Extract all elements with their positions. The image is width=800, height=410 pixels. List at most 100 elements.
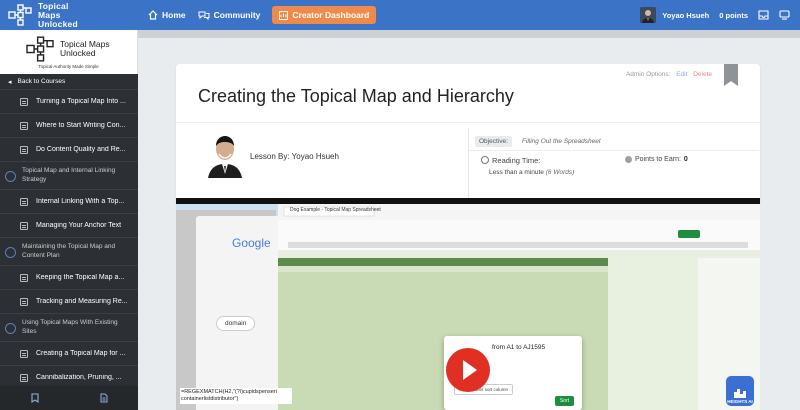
heights-ai-widget[interactable]: HEIGHTS AI: [726, 376, 754, 406]
points-label: Points to Earn:: [635, 156, 681, 163]
course-sidebar: Topical Maps Unlocked Topical Authority …: [0, 30, 138, 410]
admin-options: Admin Options: Edit Delete: [626, 71, 712, 78]
sidebar-lesson-item[interactable]: Keeping the Topical Map a...: [0, 266, 138, 290]
sidebar-topic-label: Maintaining the Topical Map and Content …: [22, 243, 116, 259]
chevron-left-icon: ◂: [8, 78, 12, 86]
building-icon: [734, 389, 746, 398]
back-to-courses-label: Back to Courses: [17, 78, 66, 85]
objective-value: Filling Out the Spreadsheet: [521, 138, 601, 145]
edit-link[interactable]: Edit: [676, 71, 687, 78]
dashboard-icon: [279, 10, 289, 20]
video-formula-text: =REGEXMATCH(H2,"(?i)cupidspenseri contai…: [180, 388, 292, 404]
points-value: 0: [683, 156, 688, 163]
sidebar-lesson-item[interactable]: Do Content Quality and Re...: [0, 138, 138, 162]
sidebar-topic-item[interactable]: Topical Map and Internal Linking Strateg…: [0, 162, 138, 190]
community-icon: [198, 11, 210, 20]
network-logo-icon: [8, 4, 32, 26]
video-play-button[interactable]: [446, 348, 490, 392]
lesson-icon: [20, 145, 28, 154]
lesson-icon: [20, 297, 28, 306]
user-menu[interactable]: Yoyao Hsueh: [640, 7, 709, 23]
nav-home[interactable]: Home: [148, 10, 186, 20]
lesson-icon: [20, 349, 28, 358]
course-brand-tagline: Topical Authority Made Simple: [38, 63, 99, 69]
lesson-icon: [20, 373, 28, 382]
video-sort-button: Sort: [554, 396, 574, 406]
divider: [176, 122, 760, 123]
home-icon: [148, 10, 158, 20]
avatar: [640, 7, 657, 23]
lesson-icon: [20, 273, 28, 282]
sidebar-lesson-label: Internal Linking With a Top...: [36, 198, 125, 205]
author-photo: [204, 132, 246, 178]
points-icon: [625, 156, 632, 163]
objective: Objective: Filling Out the Spreadsheet: [475, 136, 601, 147]
sidebar-topic-label: Topical Map and Internal Linking Strateg…: [22, 167, 116, 183]
reading-time-label: Reading Time:: [492, 156, 541, 165]
network-logo-icon: [26, 35, 54, 62]
lesson-main: Admin Options: Edit Delete Creating the …: [138, 30, 800, 410]
sidebar-lesson-label: Where to Start Writing Con...: [36, 122, 126, 129]
back-to-courses-link[interactable]: ◂ Back to Courses: [0, 74, 138, 90]
user-name: Yoyao Hsueh: [662, 10, 710, 20]
video-frame: Google domain Dog Example - Topical Map …: [176, 204, 760, 410]
inbox-icon[interactable]: [758, 10, 769, 20]
reading-time: Reading Time:: [481, 156, 540, 165]
delete-link[interactable]: Delete: [693, 71, 712, 78]
sidebar-lesson-label: Cannibalization, Pruning, ...: [36, 374, 122, 381]
lesson-icon: [20, 221, 28, 230]
creator-dashboard-label: Creator Dashboard: [292, 10, 370, 20]
lesson-icon: [20, 197, 28, 206]
points-count: 0 points: [719, 10, 748, 20]
video-google-logo: Google: [232, 236, 271, 250]
course-brand-title: Topical Maps Unlocked: [60, 38, 110, 58]
top-navigation-bar: Topical Maps Unlocked Home Community Cre…: [0, 0, 800, 30]
sidebar-topic-item[interactable]: Using Topical Maps With Existing Sites: [0, 314, 138, 342]
sidebar-lesson-item[interactable]: Internal Linking With a Top...: [0, 190, 138, 214]
sidebar-topic-item[interactable]: Maintaining the Topical Map and Content …: [0, 238, 138, 266]
messages-icon[interactable]: [779, 10, 790, 20]
lesson-icon: [20, 97, 28, 106]
reading-time-value: Less than a minute (6 Words): [489, 169, 574, 176]
sidebar-lesson-label: Managing Your Anchor Text: [36, 222, 122, 229]
lesson-author: Lesson By: Yoyao Hsueh: [250, 152, 339, 161]
reading-time-text: Less than a minute: [489, 169, 544, 176]
sidebar-footer: [0, 386, 138, 410]
sidebar-lesson-item[interactable]: Where to Start Writing Con...: [0, 114, 138, 138]
sidebar-course-outline: Turning a Topical Map Into ... Where to S…: [0, 90, 138, 390]
nav-community[interactable]: Community: [198, 10, 261, 20]
sidebar-lesson-label: Tracking and Measuring Re...: [36, 298, 128, 305]
video-sort-dialog-title: from A1 to AJ1595: [492, 344, 546, 351]
objective-label: Objective:: [475, 136, 512, 147]
sidebar-lesson-label: Creating a Topical Map for ...: [36, 350, 126, 357]
sidebar-lesson-item[interactable]: Creating a Topical Map for ...: [0, 342, 138, 366]
divider: [469, 150, 759, 151]
reading-time-words: (6 Words): [545, 169, 575, 176]
creator-dashboard-button[interactable]: Creator Dashboard: [272, 6, 377, 24]
lesson-details: Objective: Filling Out the Spreadsheet R…: [468, 128, 759, 198]
site-logo[interactable]: Topical Maps Unlocked: [0, 0, 138, 30]
clock-icon: [481, 156, 489, 164]
logo-text: Topical Maps Unlocked: [38, 0, 78, 29]
user-photo-icon: [640, 7, 657, 23]
sidebar-lesson-item[interactable]: Turning a Topical Map Into ...: [0, 90, 138, 114]
sidebar-lesson-item[interactable]: Tracking and Measuring Re...: [0, 290, 138, 314]
lesson-icon: [20, 121, 28, 130]
nav-community-label: Community: [213, 10, 261, 20]
nav-home-label: Home: [162, 10, 186, 20]
lesson-header-card: Admin Options: Edit Delete Creating the …: [176, 64, 760, 204]
heights-ai-label: HEIGHTS AI: [727, 399, 753, 404]
bookmark-ribbon-icon[interactable]: [724, 64, 738, 86]
page-title: Creating the Topical Map and Hierarchy: [198, 86, 514, 106]
lesson-video-player[interactable]: Google domain Dog Example - Topical Map …: [176, 198, 760, 410]
sidebar-lesson-item[interactable]: Managing Your Anchor Text: [0, 214, 138, 238]
bookmark-icon[interactable]: [30, 393, 39, 403]
video-sheet-title: Dog Example - Topical Map Spreadsheet: [290, 207, 381, 213]
sidebar-lesson-label: Turning a Topical Map Into ...: [36, 98, 126, 105]
points-to-earn: Points to Earn: 0: [625, 156, 688, 163]
top-divider: [138, 30, 800, 38]
document-icon[interactable]: [100, 393, 108, 403]
sidebar-lesson-label: Do Content Quality and Re...: [36, 146, 126, 153]
lesson-meta-row: Lesson By: Yoyao Hsueh Objective: Fillin…: [176, 128, 760, 198]
sidebar-lesson-label: Keeping the Topical Map a...: [36, 274, 125, 281]
